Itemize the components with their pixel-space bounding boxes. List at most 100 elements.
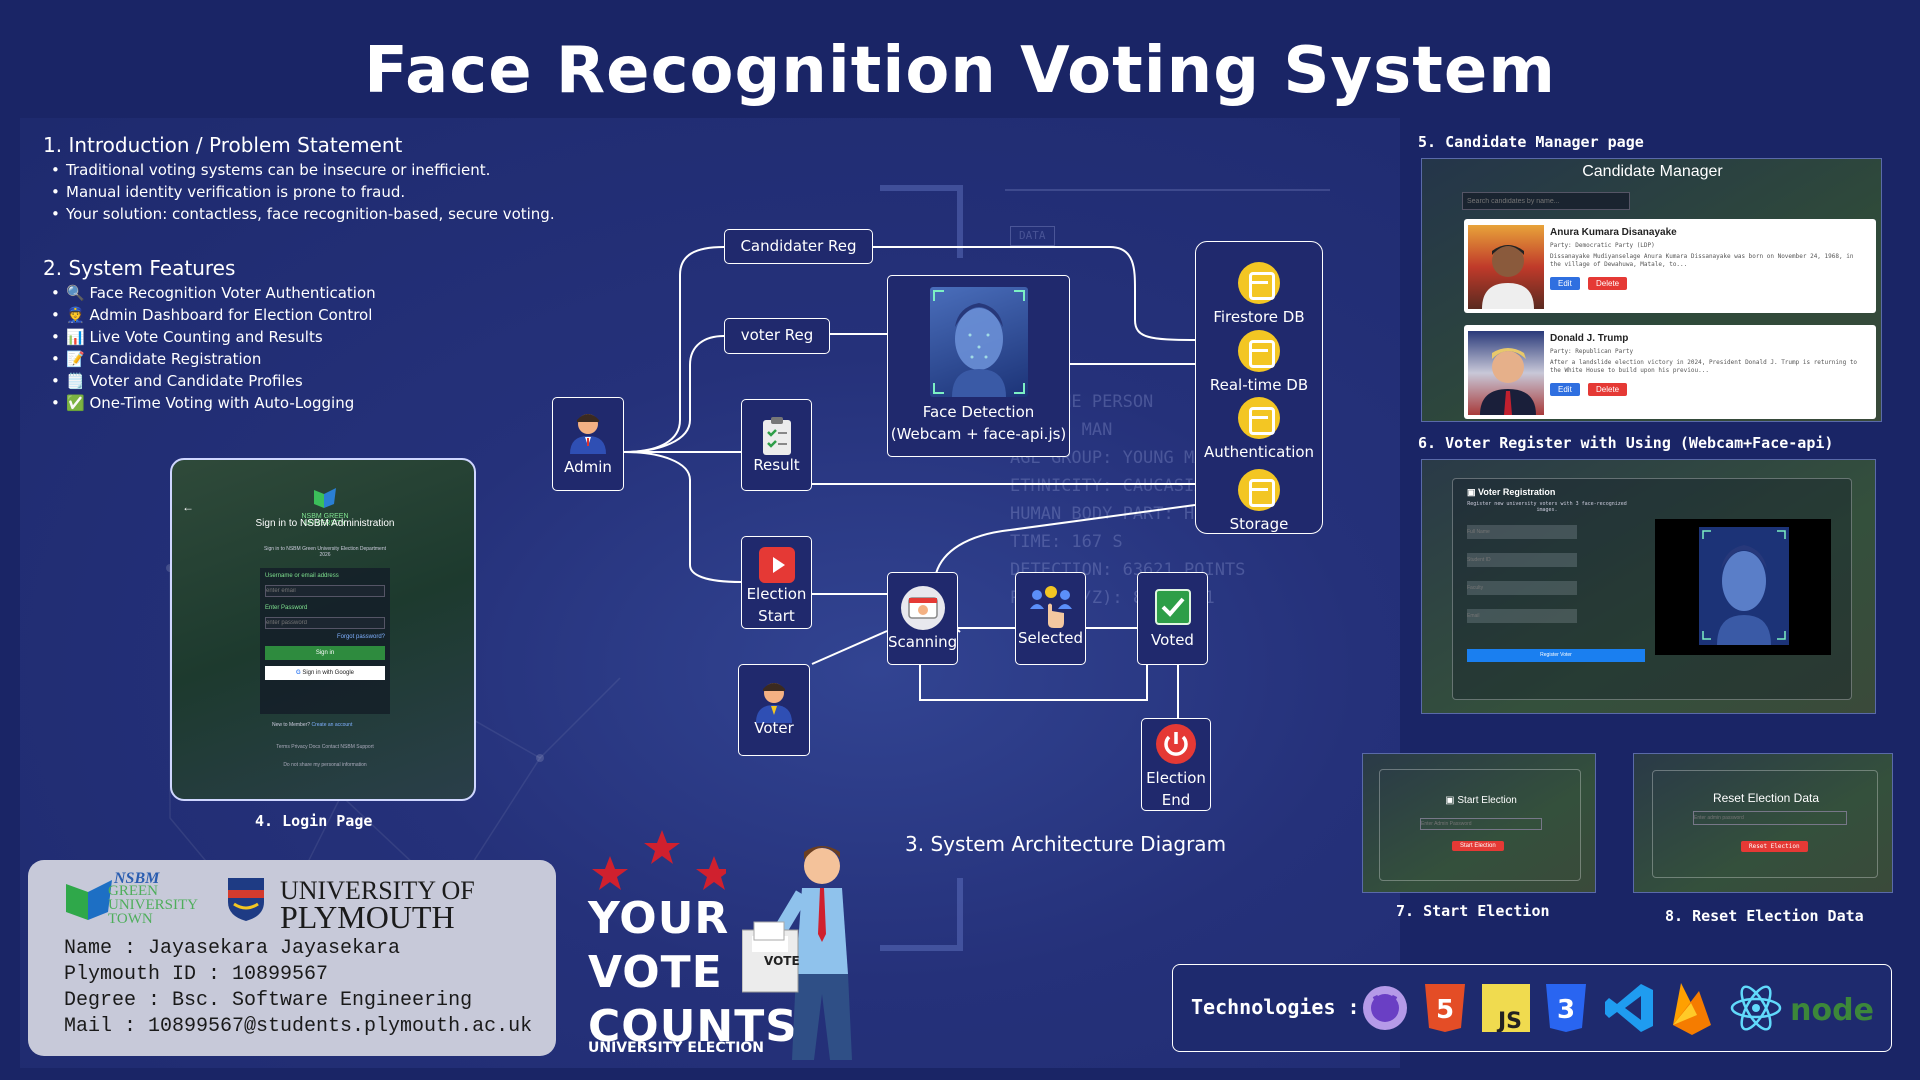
admin-icon (568, 410, 608, 454)
ballot-box-label: VOTE (764, 954, 800, 968)
technology-icons: 5 JS 3 node (1361, 981, 1874, 1037)
google-sign-in-button[interactable]: G Sign in with Google (265, 666, 385, 680)
github-icon (1361, 982, 1409, 1039)
student-id-field[interactable] (1467, 553, 1577, 567)
username-label: Username or email address (265, 573, 339, 579)
reset-admin-password-field[interactable] (1693, 811, 1847, 825)
authentication-icon (1238, 397, 1280, 439)
storage-icon (1238, 469, 1280, 511)
edit-button[interactable]: Edit (1550, 277, 1580, 290)
nsbm-logo: NSBM GREEN UNIVERSITY TOWN (64, 870, 214, 928)
result-node: Result (741, 399, 812, 491)
face-scan-image (929, 287, 1028, 397)
selected-node: Selected (1015, 572, 1086, 665)
admin-label: Admin (564, 458, 612, 476)
faculty-field[interactable] (1467, 581, 1577, 595)
plymouth-crest-icon (226, 876, 266, 927)
svg-text:5: 5 (1436, 995, 1454, 1025)
candidate-manager-caption: 5. Candidate Manager page (1418, 133, 1644, 151)
candidate-reg-node: Candidater Reg (724, 229, 873, 264)
election-start-label-2: Start (758, 607, 795, 625)
play-icon (758, 547, 795, 583)
election-start-node: Election Start (741, 536, 812, 629)
scanner-icon (900, 585, 946, 631)
login-form: Username or email address Enter Password… (260, 568, 390, 714)
student-email: Mail : 10899567@students.plymouth.ac.uk (64, 1015, 533, 1038)
delete-button[interactable]: Delete (1588, 277, 1628, 290)
building-icon: ▣ (1467, 487, 1479, 497)
candidate-party: Party: Democratic Party (LDP) (1550, 242, 1655, 249)
email-field[interactable] (1467, 609, 1577, 623)
back-arrow-icon[interactable]: ← (182, 500, 194, 514)
start-election-screenshot: ▣ Start Election Start Election (1362, 753, 1596, 893)
candidate-search-input[interactable] (1462, 192, 1630, 210)
face-detection-label-2: (Webcam + face-api.js) (890, 425, 1067, 443)
election-end-label-1: Election (1146, 769, 1206, 787)
result-label: Result (753, 456, 800, 474)
firebase-services-node: Firestore DB Real-time DB Authentication… (1195, 241, 1323, 534)
login-page-screenshot: ← NSBM GREEN UNIVERSITY Sign in to NSBM … (170, 458, 476, 801)
vote-poster: YOUR VOTE COUNTS UNIVERSITY ELECTION VOT… (586, 822, 886, 1062)
reset-election-screenshot: Reset Election Data Reset Election (1633, 753, 1893, 893)
candidate-photo (1468, 331, 1544, 415)
register-voter-button[interactable]: Register Voter (1467, 649, 1645, 662)
forgot-password-link[interactable]: Forgot password? (265, 634, 385, 640)
technologies-label: Technologies : (1191, 995, 1360, 1019)
voter-register-caption: 6. Voter Register with Using (Webcam+Fac… (1418, 434, 1834, 452)
html5-icon: 5 (1423, 982, 1467, 1039)
face-detection-label-1: Face Detection (922, 403, 1035, 421)
candidate-manager-heading: Candidate Manager (1582, 163, 1723, 180)
poster-subtitle: UNIVERSITY ELECTION (588, 1040, 765, 1056)
start-election-button[interactable]: Start Election (1452, 841, 1504, 851)
stars-icon (592, 830, 726, 890)
diagram-caption: 3. System Architecture Diagram (905, 832, 1227, 856)
reset-election-form: Reset Election Data Reset Election (1652, 770, 1878, 878)
selected-label: Selected (1017, 629, 1084, 647)
email-field[interactable] (265, 585, 385, 597)
login-subtitle: Sign in to NSBM Green University Electio… (264, 546, 386, 558)
password-label: Enter Password (265, 605, 308, 611)
scanning-node: Scanning (887, 572, 958, 665)
full-name-field[interactable] (1467, 525, 1577, 539)
svg-text:3: 3 (1557, 995, 1575, 1025)
voter-icon (754, 679, 794, 723)
reset-election-button[interactable]: Reset Election (1741, 841, 1808, 852)
voter-registration-form: ▣ Voter Registration Register new univer… (1452, 478, 1852, 700)
login-footer-2: Do not share my personal information (283, 762, 367, 768)
edit-button[interactable]: Edit (1550, 383, 1580, 396)
login-footer: Terms Privacy Docs Contact NSBM Support (276, 744, 374, 750)
checkbox-icon (1154, 589, 1191, 625)
technologies-bar: Technologies : 5 JS 3 node (1172, 964, 1892, 1052)
sign-in-button[interactable]: Sign in (265, 646, 385, 660)
candidate-card: Anura Kumara Disanayake Party: Democrati… (1464, 219, 1876, 313)
student-degree: Degree : Bsc. Software Engineering (64, 989, 473, 1012)
student-info-card: NSBM GREEN UNIVERSITY TOWN UNIVERSITY OF P… (28, 860, 556, 1056)
election-start-label-1: Election (746, 585, 807, 603)
voter-registration-subtitle: Register new university voters with 3 fa… (1467, 501, 1627, 513)
building-icon: ▣ (1445, 795, 1458, 806)
delete-button[interactable]: Delete (1588, 383, 1628, 396)
new-member-row: New to Member? Create an account (272, 722, 353, 728)
candidate-bio: After a landslide election victory in 20… (1550, 359, 1858, 374)
face-detection-node: Face Detection (Webcam + face-api.js) (887, 275, 1070, 457)
voter-character-illustration (742, 846, 852, 1060)
svg-text:JS: JS (1496, 1009, 1522, 1032)
plymouth-logo: UNIVERSITY OF PLYMOUTH (280, 876, 475, 935)
database-icon (1238, 262, 1280, 304)
storage-label: Storage (1229, 515, 1289, 533)
password-field[interactable] (265, 617, 385, 629)
realtime-label: Real-time DB (1209, 376, 1309, 394)
student-id: Plymouth ID : 10899567 (64, 963, 329, 986)
start-election-caption: 7. Start Election (1396, 902, 1550, 920)
start-election-form: ▣ Start Election Start Election (1379, 769, 1581, 881)
election-end-node: Election End (1141, 718, 1211, 811)
javascript-icon: JS (1481, 984, 1530, 1037)
create-account-link[interactable]: Create an account (311, 722, 352, 728)
start-election-heading: ▣ Start Election (1445, 795, 1517, 806)
voter-register-screenshot: ▣ Voter Registration Register new univer… (1421, 459, 1876, 714)
react-icon (1730, 984, 1782, 1037)
voted-label: Voted (1151, 631, 1194, 649)
admin-password-field[interactable] (1420, 818, 1542, 830)
authentication-label: Authentication (1203, 443, 1315, 461)
selection-icon (1028, 585, 1074, 629)
